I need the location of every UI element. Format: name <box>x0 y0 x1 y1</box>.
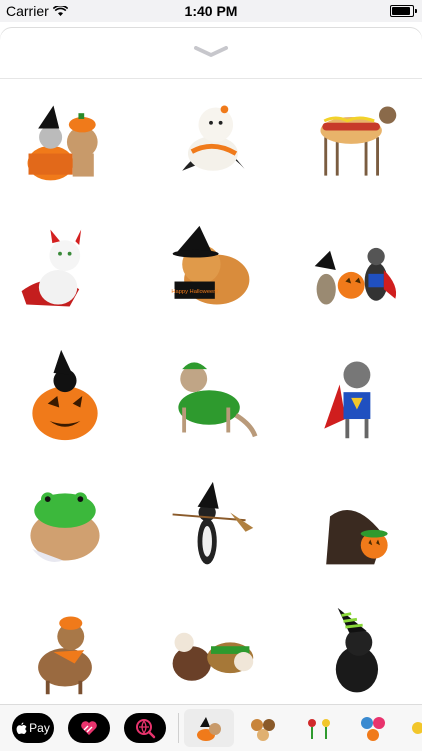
sticker-cell[interactable] <box>295 211 415 329</box>
sticker-image <box>326 510 388 565</box>
status-bar: Carrier 1:40 PM <box>0 0 422 22</box>
apple-pay-label: Pay <box>29 721 50 735</box>
heart-icon <box>81 721 97 735</box>
sticker-pomeranian-witch[interactable]: Happy Halloween! <box>161 220 261 320</box>
tray-separator <box>178 713 179 743</box>
sticker-cell[interactable] <box>151 593 271 711</box>
sticker-cell[interactable] <box>295 337 415 455</box>
sticker-cat-in-pumpkin[interactable] <box>15 346 115 446</box>
sticker-image <box>32 349 98 441</box>
sticker-app-partial[interactable] <box>408 713 422 743</box>
sticker-dog-hotdog[interactable] <box>305 92 405 192</box>
happy-halloween-sign: Happy Halloween! <box>171 289 218 295</box>
flowers-app-icon <box>308 719 330 739</box>
sticker-cat-witch-broom[interactable] <box>161 476 261 576</box>
battery-icon <box>390 5 417 17</box>
sticker-app-owls[interactable] <box>358 713 388 743</box>
sticker-cat-dinosaur[interactable] <box>161 346 261 446</box>
sticker-cat-and-dog-pumpkin[interactable] <box>15 92 115 192</box>
sticker-guinea-pig-frog[interactable] <box>15 476 115 576</box>
partial-app-icon <box>412 722 422 734</box>
collapse-handle[interactable] <box>188 39 234 65</box>
sticker-cell[interactable] <box>5 593 125 711</box>
sticker-image <box>30 492 100 562</box>
sticker-dog-pumpkin-toy[interactable] <box>305 476 405 576</box>
sticker-cell[interactable] <box>5 467 125 585</box>
sticker-cat-dog-jack-o-lantern[interactable] <box>305 220 405 320</box>
digital-touch-app[interactable] <box>68 713 110 743</box>
sticker-app-flowers[interactable] <box>304 713 334 743</box>
sticker-image <box>324 361 371 439</box>
sticker-kitten-devil[interactable] <box>10 220 110 320</box>
sticker-app-cookies[interactable] <box>248 713 278 743</box>
sticker-sheet: Happy Halloween! <box>0 28 422 750</box>
sticker-cell[interactable] <box>5 83 125 201</box>
owls-app-icon <box>361 717 385 741</box>
sticker-image <box>178 362 258 438</box>
sticker-cell[interactable] <box>151 337 271 455</box>
sticker-image <box>335 607 379 693</box>
sticker-grid: Happy Halloween! <box>0 83 422 703</box>
cookies-app-icon <box>251 719 275 741</box>
apple-pay-app[interactable]: Pay <box>12 713 54 743</box>
sticker-image <box>38 616 92 695</box>
sticker-image <box>320 106 397 176</box>
sticker-cell[interactable] <box>151 467 271 585</box>
sticker-cell[interactable] <box>295 83 415 201</box>
status-time: 1:40 PM <box>184 3 238 19</box>
sticker-image <box>21 229 82 307</box>
halloween-pets-app-selected[interactable] <box>184 709 234 747</box>
globe-search-icon <box>136 719 156 739</box>
sticker-cell[interactable] <box>295 467 415 585</box>
sheet-divider <box>0 78 422 79</box>
sticker-image <box>182 105 245 171</box>
sticker-bulldogs-costumes[interactable] <box>161 602 261 702</box>
sticker-image <box>314 247 397 305</box>
sticker-puppy-witch-cape[interactable] <box>161 92 261 192</box>
halloween-pets-app-icon <box>197 717 221 741</box>
search-images-app[interactable] <box>124 713 166 743</box>
sticker-image <box>172 481 254 565</box>
sticker-cell[interactable]: Happy Halloween! <box>151 211 271 329</box>
sticker-cell[interactable] <box>151 83 271 201</box>
app-tray: Pay <box>0 704 422 751</box>
sticker-black-cat-witch-hat[interactable] <box>305 602 405 702</box>
sticker-image <box>27 105 98 181</box>
sticker-image <box>172 632 254 681</box>
sticker-dog-superhero[interactable] <box>305 346 405 446</box>
sticker-image: Happy Halloween! <box>171 225 250 305</box>
sticker-cell[interactable] <box>5 337 125 455</box>
sticker-cell[interactable] <box>0 211 120 329</box>
chevron-down-icon <box>194 46 228 57</box>
sticker-cell[interactable] <box>295 593 415 711</box>
apple-logo-icon <box>16 722 27 734</box>
sticker-dog-pumpkin-hat[interactable] <box>15 602 115 702</box>
